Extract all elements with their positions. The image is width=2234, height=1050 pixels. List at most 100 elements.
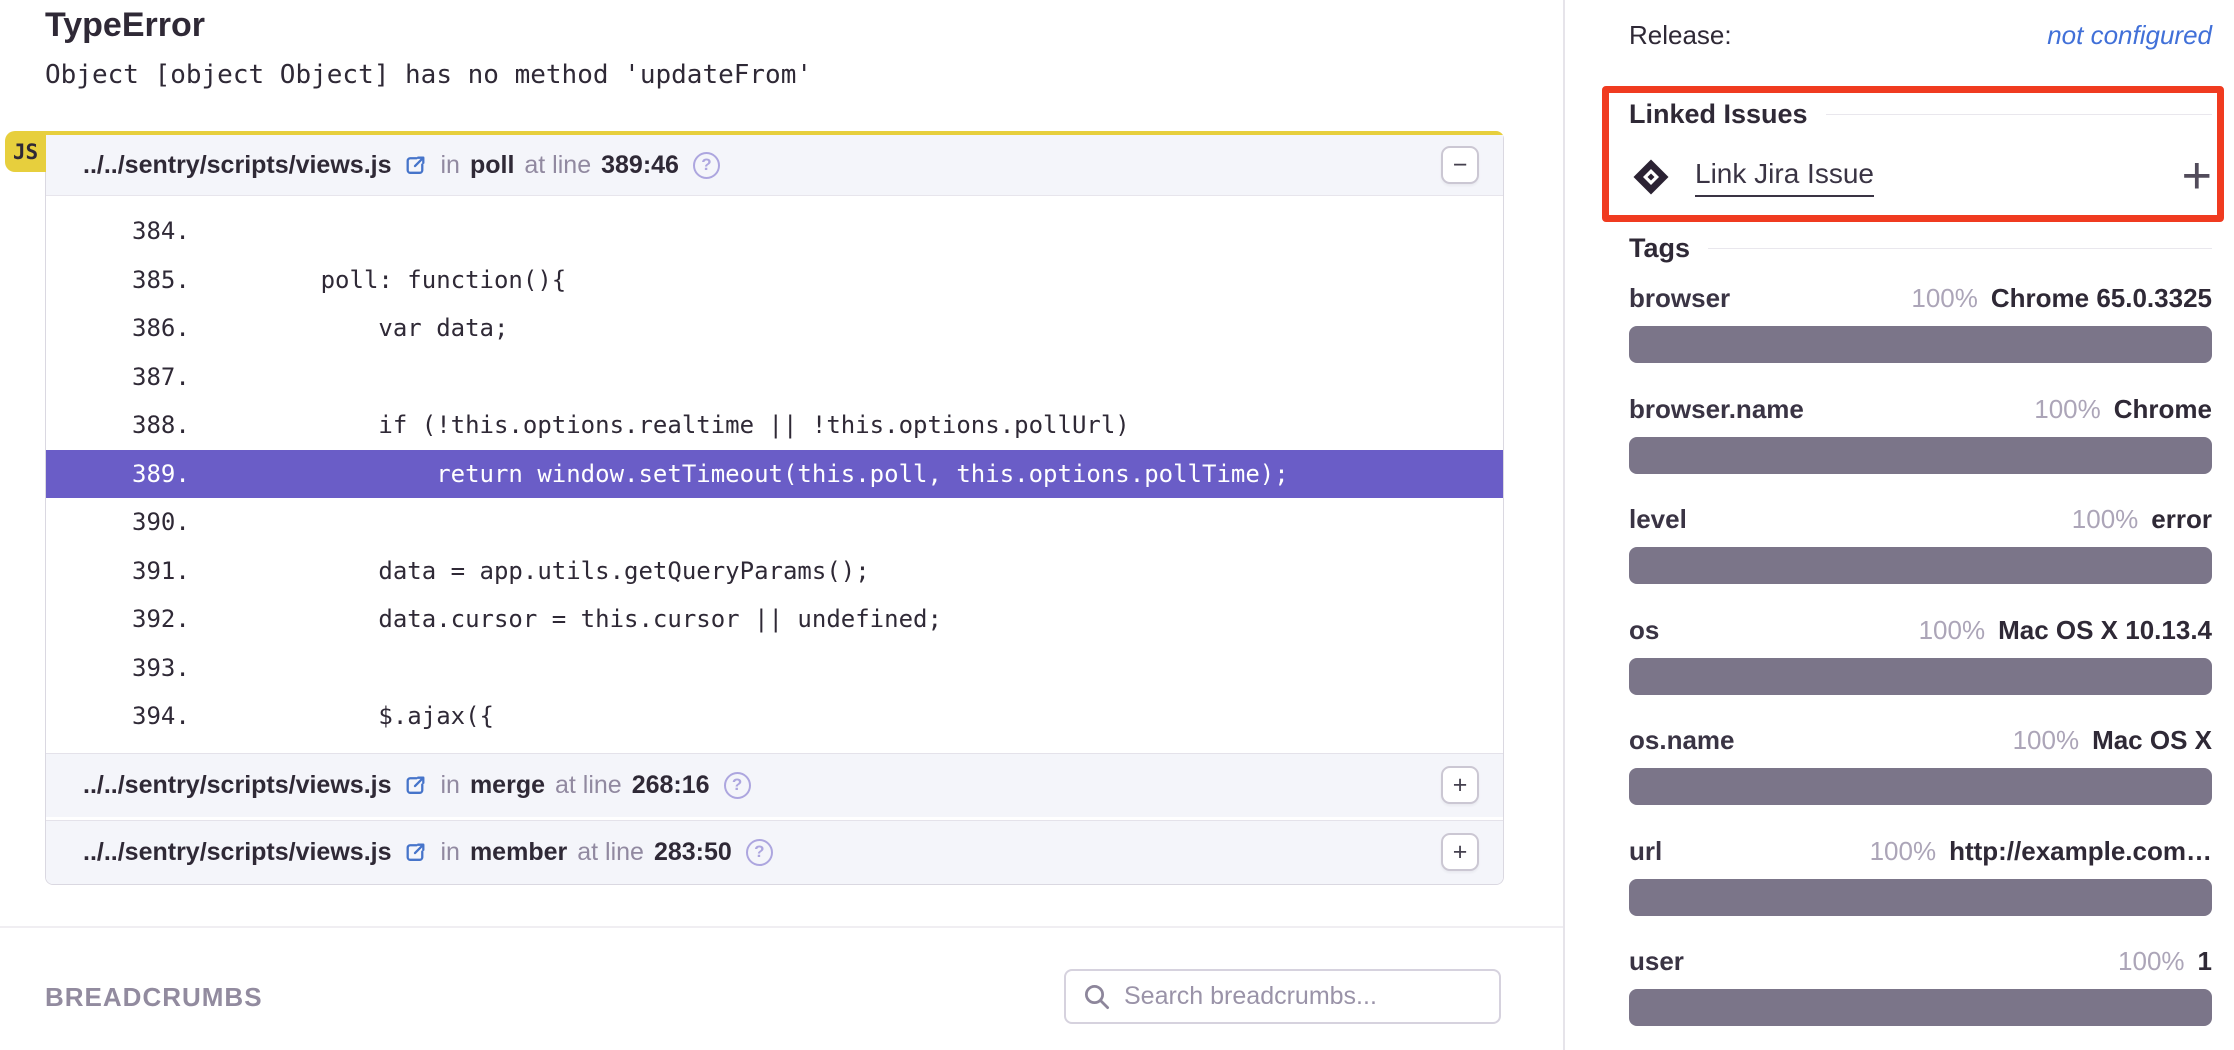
tag-value: Mac OS X <box>2092 725 2212 756</box>
code-line: 386. var data; <box>46 304 1503 353</box>
tag-row-url: url 100% http://example.com… <box>1629 836 2212 916</box>
tag-key: level <box>1629 504 1687 535</box>
platform-js-badge: JS <box>5 131 46 172</box>
tag-distribution-bar[interactable] <box>1629 658 2212 695</box>
stack-frame[interactable]: ../../sentry/scripts/views.js in poll at… <box>46 135 1503 196</box>
frame-function: poll <box>470 151 514 180</box>
line-number: 393. <box>46 654 205 682</box>
frame-path: ../../sentry/scripts/views.js <box>83 838 391 867</box>
tag-key: os <box>1629 615 1659 646</box>
code-text: poll: function(){ <box>205 266 566 294</box>
expand-frame-button[interactable]: + <box>1441 766 1479 804</box>
exception-type-title: TypeError <box>45 6 205 45</box>
tag-distribution-bar[interactable] <box>1629 879 2212 916</box>
tags-heading: Tags <box>1629 233 1690 264</box>
tags-section-title: Tags <box>1629 233 2212 264</box>
frame-function: merge <box>470 771 545 800</box>
frame-atline-label: at line <box>555 771 622 800</box>
tag-distribution-bar[interactable] <box>1629 326 2212 363</box>
tag-percent: 100% <box>2034 394 2101 425</box>
tag-key: browser <box>1629 283 1730 314</box>
tag-row-os.name: os.name 100% Mac OS X <box>1629 725 2212 805</box>
stack-frame[interactable]: ../../sentry/scripts/views.js in member … <box>46 820 1503 884</box>
frame-in-label: in <box>440 151 459 180</box>
breadcrumbs-search-input[interactable] <box>1124 982 1464 1011</box>
line-number: 386. <box>46 314 205 342</box>
frame-function: member <box>470 838 567 867</box>
tag-key: os.name <box>1629 725 1735 756</box>
heading-rule <box>1826 114 2212 115</box>
tag-distribution-bar[interactable] <box>1629 437 2212 474</box>
code-line: 393. <box>46 644 1503 693</box>
release-not-configured-link[interactable]: not configured <box>2047 20 2212 51</box>
tag-key: url <box>1629 836 1662 867</box>
link-jira-issue-link[interactable]: Link Jira Issue <box>1695 158 1874 197</box>
issue-sidebar: Release: not configured Linked Issues Li… <box>1565 0 2234 1050</box>
code-line: 387. <box>46 353 1503 402</box>
tag-percent: 100% <box>2013 725 2080 756</box>
line-number: 385. <box>46 266 205 294</box>
external-link-icon[interactable] <box>403 773 428 798</box>
breadcrumbs-search-box[interactable] <box>1064 969 1501 1024</box>
line-number: 388. <box>46 411 205 439</box>
code-line: 384. <box>46 207 1503 256</box>
code-line: 391. data = app.utils.getQueryParams(); <box>46 547 1503 596</box>
help-icon[interactable]: ? <box>693 152 720 179</box>
code-text: return window.setTimeout(this.poll, this… <box>205 460 1289 488</box>
tag-key: browser.name <box>1629 394 1804 425</box>
tag-value: Chrome 65.0.3325 <box>1991 283 2212 314</box>
tag-distribution-bar[interactable] <box>1629 768 2212 805</box>
code-text: data.cursor = this.cursor || undefined; <box>205 605 942 633</box>
line-number: 387. <box>46 363 205 391</box>
tag-percent: 100% <box>1919 615 1986 646</box>
frame-lineno: 283:50 <box>654 838 732 867</box>
expand-frame-button[interactable]: + <box>1441 833 1479 871</box>
tag-percent: 100% <box>2118 946 2185 977</box>
tag-percent: 100% <box>1870 836 1937 867</box>
tag-row-browser: browser 100% Chrome 65.0.3325 <box>1629 283 2212 363</box>
tag-percent: 100% <box>1911 283 1978 314</box>
link-jira-issue-row[interactable]: Link Jira Issue + <box>1629 153 2212 201</box>
tag-percent: 100% <box>2072 504 2139 535</box>
line-number: 390. <box>46 508 205 536</box>
code-line: 390. <box>46 498 1503 547</box>
tag-row-level: level100%error <box>1629 504 2212 584</box>
frame-atline-label: at line <box>577 838 644 867</box>
stacktrace-container: ../../sentry/scripts/views.js in poll at… <box>45 131 1504 885</box>
tag-value: http://example.com… <box>1949 836 2212 867</box>
help-icon[interactable]: ? <box>724 772 751 799</box>
external-link-icon[interactable] <box>403 153 428 178</box>
collapse-frame-button[interactable]: − <box>1441 146 1479 184</box>
release-label: Release: <box>1629 20 1732 51</box>
frame-in-label: in <box>440 838 459 867</box>
code-text: data = app.utils.getQueryParams(); <box>205 557 870 585</box>
line-number: 394. <box>46 702 205 730</box>
stack-frame[interactable]: ../../sentry/scripts/views.js in merge a… <box>46 753 1503 817</box>
tag-value: 1 <box>2198 946 2212 977</box>
frame-in-label: in <box>440 771 459 800</box>
section-divider <box>0 926 1564 928</box>
frame-path: ../../sentry/scripts/views.js <box>83 151 391 180</box>
tag-value: Chrome <box>2114 394 2212 425</box>
frame-path: ../../sentry/scripts/views.js <box>83 771 391 800</box>
tag-row-user: user100%1 <box>1629 946 2212 1026</box>
exception-value: Object [object Object] has no method 'up… <box>45 60 812 90</box>
tag-distribution-bar[interactable] <box>1629 547 2212 584</box>
help-icon[interactable]: ? <box>746 839 773 866</box>
frame-atline-label: at line <box>524 151 591 180</box>
search-icon <box>1082 982 1112 1012</box>
add-linked-issue-icon[interactable]: + <box>2182 156 2212 198</box>
frame-lineno: 268:16 <box>632 771 710 800</box>
code-line: 392. data.cursor = this.cursor || undefi… <box>46 595 1503 644</box>
code-line: 389. return window.setTimeout(this.poll,… <box>46 450 1503 499</box>
tag-distribution-bar[interactable] <box>1629 989 2212 1026</box>
line-number: 389. <box>46 460 205 488</box>
code-text: var data; <box>205 314 508 342</box>
tag-row-browser.name: browser.name 100% Chrome <box>1629 394 2212 474</box>
code-line: 385. poll: function(){ <box>46 256 1503 305</box>
heading-rule <box>1708 248 2212 249</box>
line-number: 391. <box>46 557 205 585</box>
line-number: 392. <box>46 605 205 633</box>
tag-row-os: os100%Mac OS X 10.13.4 <box>1629 615 2212 695</box>
external-link-icon[interactable] <box>403 840 428 865</box>
